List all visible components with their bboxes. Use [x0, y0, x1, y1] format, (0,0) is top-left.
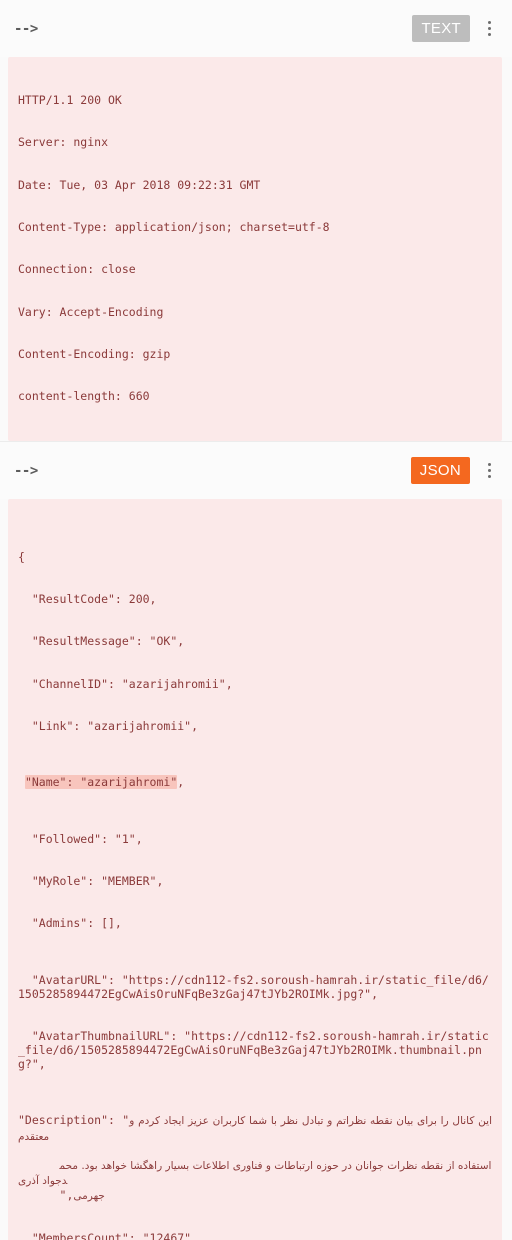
json-open-brace: {: [18, 549, 25, 564]
header-line: Connection: close: [18, 262, 136, 277]
json-line-name-highlighted: "Name": "azarijahromi": [24, 775, 178, 790]
kebab-menu-icon[interactable]: [476, 454, 502, 488]
json-line-resultcode: "ResultCode": 200,: [18, 592, 157, 606]
json-line-resultmessage: "ResultMessage": "OK",: [18, 634, 185, 649]
kebab-dot: [487, 475, 491, 479]
http-headers-code: HTTP/1.1 200 OK Server: nginx Date: Tue,…: [18, 65, 492, 431]
json-line-myrole: "MyRole": "MEMBER",: [18, 873, 164, 888]
kebab-dot: [487, 33, 491, 36]
json-line-channelid: "ChannelID": "azarijahromii",: [18, 676, 233, 691]
header-line: Vary: Accept-Encoding: [18, 304, 164, 319]
header-line: content-length: 660: [18, 389, 150, 404]
header-line: Content-Encoding: gzip: [18, 346, 171, 361]
json-description-value-line2: استفاده از نقطه نظرات جوانان در حوزه ارت…: [18, 1159, 492, 1187]
json-body-code: { "ResultCode": 200, "ResultMessage": "O…: [18, 507, 492, 1240]
direction-arrow-icon: -->: [14, 462, 38, 479]
json-description-value-line3: جهرمی: [73, 1189, 105, 1202]
header-line: HTTP/1.1 200 OK: [18, 93, 122, 108]
json-line-name-row: "Name": "azarijahromi",: [24, 775, 185, 790]
json-line-avatarthumbnailurl: "AvatarThumbnailURL": "https://cdn112-fs…: [18, 1028, 489, 1072]
json-line-link: "Link": "azarijahromii",: [18, 718, 199, 733]
content-type-badge-text[interactable]: TEXT: [412, 15, 470, 42]
kebab-dot: [487, 469, 491, 473]
header-line: Content-Type: application/json; charset=…: [18, 220, 330, 235]
kebab-menu-icon[interactable]: [476, 12, 502, 46]
json-line-memberscount: "MembersCount": "12467",: [18, 1230, 199, 1240]
message-header-text: --> TEXT: [0, 0, 512, 57]
kebab-dot: [487, 21, 491, 24]
direction-arrow-icon: -->: [14, 20, 38, 37]
json-line-admins: "Admins": [],: [18, 916, 122, 931]
json-body-panel: { "ResultCode": 200, "ResultMessage": "O…: [8, 499, 502, 1240]
json-line-description: "Description": "این کانال را برای بیان ن…: [18, 1113, 492, 1143]
json-line-followed: "Followed": "1",: [18, 831, 143, 846]
http-headers-panel: HTTP/1.1 200 OK Server: nginx Date: Tue,…: [8, 57, 502, 442]
json-description-value-line3-row: جهرمی",: [59, 1187, 105, 1202]
header-line: Date: Tue, 03 Apr 2018 09:22:31 GMT: [18, 177, 261, 192]
response-viewer: --> TEXT HTTP/1.1 200 OK Server: nginx D…: [0, 0, 512, 1240]
kebab-dot: [487, 463, 491, 467]
message-header-json: --> JSON: [0, 442, 512, 500]
kebab-dot: [487, 27, 491, 30]
json-description-key: "Description": ": [18, 1113, 130, 1128]
json-description-tail: ",: [59, 1187, 74, 1202]
json-line-avatarurl: "AvatarURL": "https://cdn112-fs2.soroush…: [18, 972, 489, 1001]
header-line: Server: nginx: [18, 135, 109, 150]
content-type-badge-json[interactable]: JSON: [410, 457, 470, 485]
